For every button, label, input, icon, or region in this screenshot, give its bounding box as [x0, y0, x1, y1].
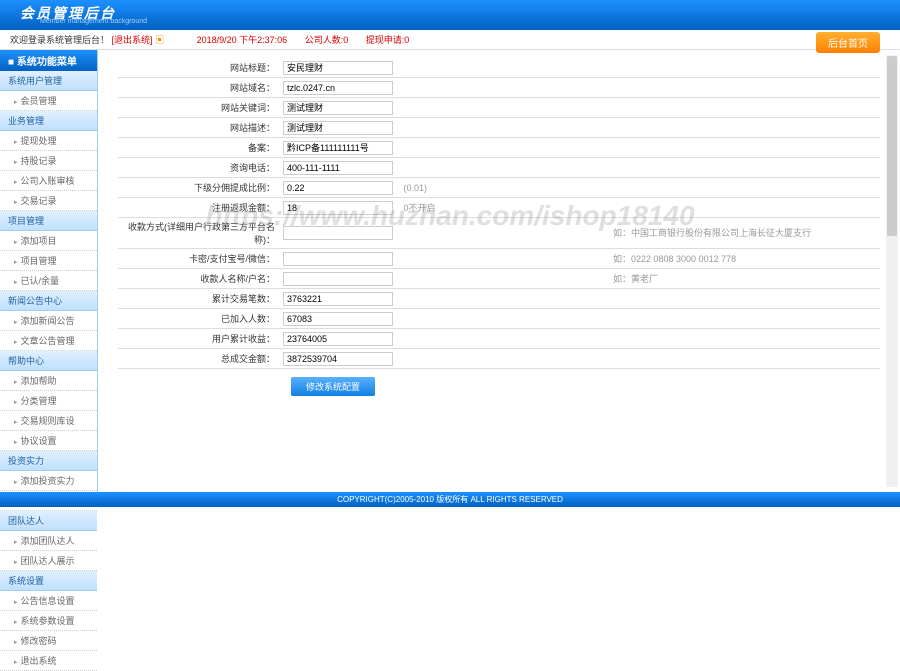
row-user-revenue: 用户累计收益： [118, 329, 880, 349]
main-content: 网站标题： 网站域名： 网站关键词： 网站描述： 备案： 资询电话： 下级分佣提成比例： … [98, 50, 900, 492]
sidebar-category[interactable]: 业务管理 [0, 111, 97, 131]
input-user-revenue[interactable] [283, 332, 393, 346]
form-row: 备案： [118, 138, 880, 158]
sidebar-item[interactable]: 公告信息设置 [0, 591, 97, 611]
sidebar-category[interactable]: 系统用户管理 [0, 71, 97, 91]
sidebar-category[interactable]: 项目管理 [0, 211, 97, 231]
label-join-num: 已加入人数： [118, 312, 283, 325]
label-total-amount: 总成交金额： [118, 352, 283, 365]
submit-button[interactable]: 修改系统配置 [291, 377, 375, 396]
form-input[interactable] [283, 61, 393, 75]
label-trade-total: 累计交易笔数： [118, 292, 283, 305]
form-label: 网站域名： [118, 81, 283, 94]
sidebar-category[interactable]: 帮助中心 [0, 351, 97, 371]
logout-link[interactable]: [退出系统] [112, 35, 153, 45]
row-account: 卡密/支付宝号/微信： 如：0222 0808 3000 0012 778 [118, 249, 880, 269]
form-row: 网站标题： [118, 58, 880, 78]
scrollbar-thumb[interactable] [887, 56, 897, 236]
sidebar-item[interactable]: 分类管理 [0, 391, 97, 411]
label-user-revenue: 用户累计收益： [118, 332, 283, 345]
input-payee[interactable] [283, 272, 393, 286]
sidebar-category[interactable]: 新闻公告中心 [0, 291, 97, 311]
sidebar-item[interactable]: 会员管理 [0, 91, 97, 111]
form-input[interactable] [283, 161, 393, 175]
sidebar-item[interactable]: 交易记录 [0, 191, 97, 211]
datetime-text: 2018/9/20 下午2:37:06 [197, 35, 288, 45]
form-input[interactable] [283, 81, 393, 95]
input-payment[interactable] [283, 226, 393, 240]
sidebar-item[interactable]: 添加团队达人 [0, 531, 97, 551]
sidebar-item[interactable]: 退出系统 [0, 651, 97, 671]
form-input[interactable] [283, 121, 393, 135]
sidebar-item[interactable]: 文章公告管理 [0, 331, 97, 351]
label-reg-reward: 注册返现金额： [118, 201, 283, 214]
stat-company: 公司人数:0 [305, 35, 349, 45]
sidebar-item[interactable]: 协议设置 [0, 431, 97, 451]
form-input[interactable] [283, 101, 393, 115]
scrollbar[interactable] [886, 55, 898, 487]
sidebar-item[interactable]: 团队达人展示 [0, 551, 97, 571]
refresh-icon[interactable]: ▣ [155, 35, 164, 45]
example-account: 如：0222 0808 3000 0012 778 [393, 254, 736, 264]
row-trade-total: 累计交易笔数： [118, 289, 880, 309]
sidebar: ■ 系统功能菜单 系统用户管理会员管理业务管理提现处理持股记录公司入账审核交易记… [0, 50, 98, 492]
footer: COPYRIGHT(C)2005-2010 版权所有 ALL RIGHTS RE… [0, 492, 900, 507]
top-status-bar: 欢迎登录系统管理后台！ [退出系统] ▣ 2018/9/20 下午2:37:06… [0, 30, 900, 50]
input-total-amount[interactable] [283, 352, 393, 366]
sidebar-item[interactable]: 系统参数设置 [0, 611, 97, 631]
label-payee: 收款人名称/户名： [118, 272, 283, 285]
sidebar-category[interactable]: 团队达人 [0, 511, 97, 531]
form-row: 资询电话： [118, 158, 880, 178]
sidebar-header: ■ 系统功能菜单 [0, 50, 97, 71]
sidebar-item[interactable]: 交易规则库设 [0, 411, 97, 431]
sidebar-item[interactable]: 添加投资实力 [0, 471, 97, 491]
form-label: 网站描述： [118, 121, 283, 134]
label-account: 卡密/支付宝号/微信： [118, 252, 283, 265]
input-commission[interactable] [283, 181, 393, 195]
example-payment: 如：中国工商银行股份有限公司上海长征大厦支行 [393, 228, 811, 238]
row-commission: 下级分佣提成比例： (0.01) [118, 178, 880, 198]
row-payee: 收款人名称/户名： 如：黄老厂 [118, 269, 880, 289]
sidebar-item[interactable]: 修改密码 [0, 631, 97, 651]
input-account[interactable] [283, 252, 393, 266]
sidebar-item[interactable]: 项目管理 [0, 251, 97, 271]
form-row: 网站域名： [118, 78, 880, 98]
hint-commission: (0.01) [404, 183, 428, 193]
sidebar-category[interactable]: 投资实力 [0, 451, 97, 471]
row-payment: 收款方式(详细用户行政第三方平台名称)： 如：中国工商银行股份有限公司上海长征大… [118, 218, 880, 249]
label-commission: 下级分佣提成比例： [118, 181, 283, 194]
sidebar-item[interactable]: 已认/余量 [0, 271, 97, 291]
stat-withdraw: 提现申请:0 [366, 35, 410, 45]
form-label: 网站标题： [118, 61, 283, 74]
form-label: 备案： [118, 141, 283, 154]
sidebar-item[interactable]: 公司入账审核 [0, 171, 97, 191]
form-input[interactable] [283, 141, 393, 155]
label-payment: 收款方式(详细用户行政第三方平台名称)： [118, 220, 283, 246]
row-total-amount: 总成交金额： [118, 349, 880, 369]
app-subtitle: Member management background [40, 18, 147, 25]
welcome-text: 欢迎登录系统管理后台！ [10, 35, 109, 45]
hint-reg-reward: 0不开启 [404, 203, 436, 213]
row-reg-reward: 注册返现金额： 0不开启 [118, 198, 880, 218]
example-payee: 如：黄老厂 [393, 274, 658, 284]
row-join-num: 已加入人数： [118, 309, 880, 329]
form-label: 网站关键词： [118, 101, 283, 114]
sidebar-item[interactable]: 添加新闻公告 [0, 311, 97, 331]
app-header: 会员管理后台 Member management background [0, 0, 900, 30]
input-trade-total[interactable] [283, 292, 393, 306]
input-reg-reward[interactable] [283, 201, 393, 215]
sidebar-item[interactable]: 添加项目 [0, 231, 97, 251]
form-label: 资询电话： [118, 161, 283, 174]
input-join-num[interactable] [283, 312, 393, 326]
sidebar-item[interactable]: 提现处理 [0, 131, 97, 151]
form-row: 网站描述： [118, 118, 880, 138]
sidebar-item[interactable]: 添加帮助 [0, 371, 97, 391]
sidebar-category[interactable]: 系统设置 [0, 571, 97, 591]
sidebar-item[interactable]: 持股记录 [0, 151, 97, 171]
form-row: 网站关键词： [118, 98, 880, 118]
